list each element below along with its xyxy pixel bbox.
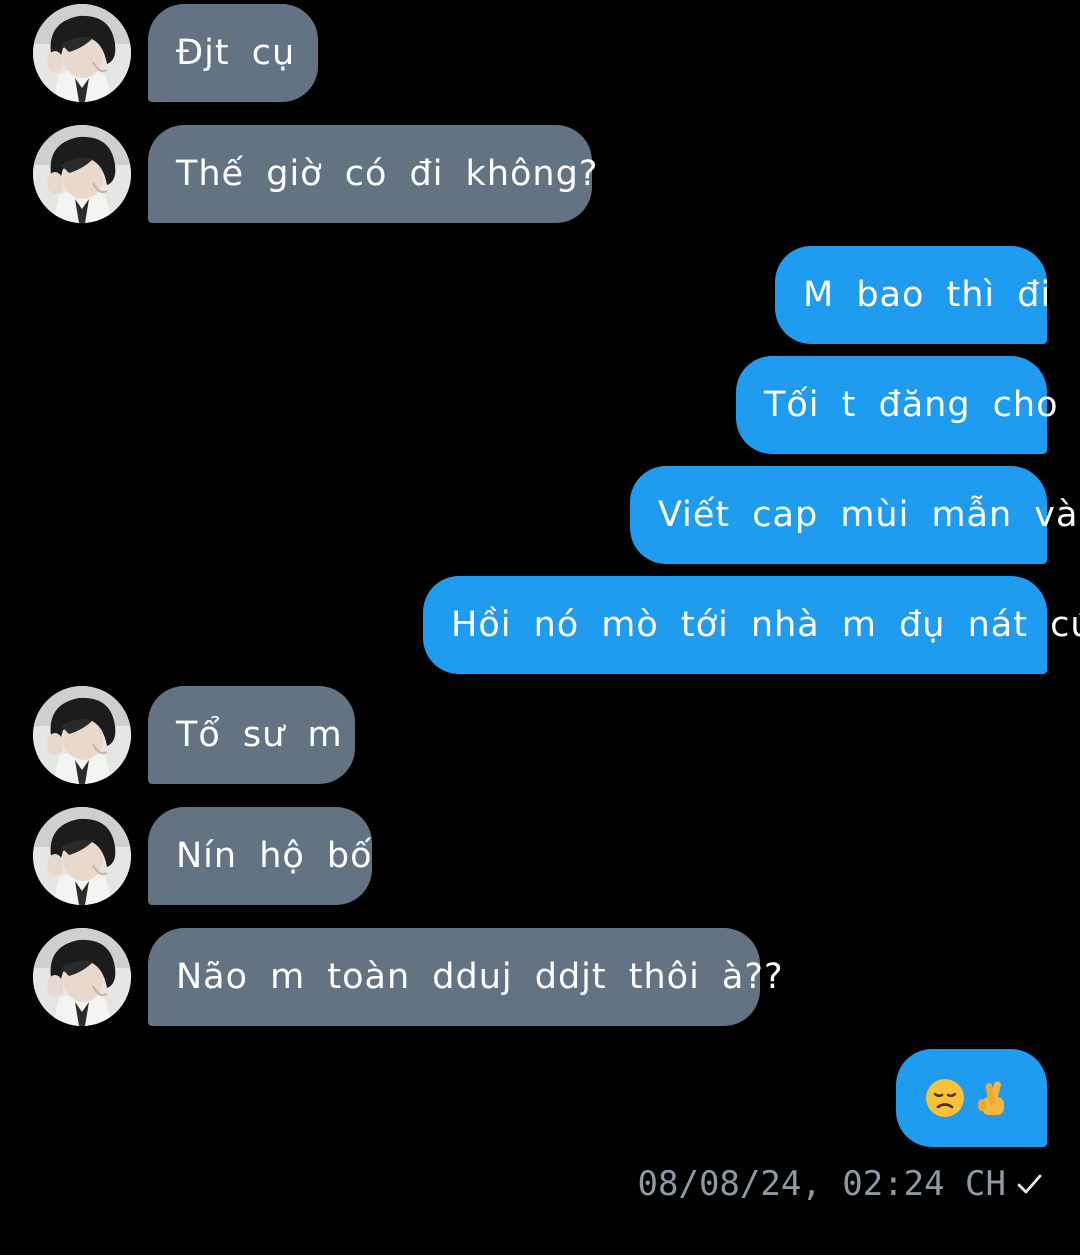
- avatar-image: [33, 4, 131, 102]
- message-text: Thế giờ có đi không?: [176, 154, 599, 194]
- message-row: Đjt cụ: [0, 4, 1080, 102]
- avatar[interactable]: [33, 807, 131, 905]
- message-row: Thế giờ có đi không?: [0, 125, 1080, 223]
- emoji-group: [924, 1077, 1014, 1119]
- message-row: Nín hộ bố: [0, 807, 1080, 905]
- message-row: Tối t đăng cho: [0, 356, 1080, 454]
- message-row: M bao thì đi: [0, 246, 1080, 344]
- message-row: Não m toàn dduj ddjt thôi à??: [0, 928, 1080, 1026]
- message-status: 08/08/24, 02:24 CH: [638, 1160, 1044, 1208]
- message-row: Viết cap mùi mẫn vào: [0, 466, 1080, 564]
- message-timestamp: 08/08/24, 02:24 CH: [637, 1164, 1006, 1204]
- message-text: Tối t đăng cho: [764, 385, 1059, 425]
- chat-thread: Đjt cụ Thế giờ có đi không? M bao thì đi…: [0, 0, 1080, 1255]
- message-text: Nín hộ bố: [176, 836, 373, 876]
- incoming-message-bubble[interactable]: Đjt cụ: [148, 4, 318, 102]
- outgoing-message-bubble[interactable]: Tối t đăng cho: [736, 356, 1058, 454]
- outgoing-message-bubble[interactable]: M bao thì đi: [775, 246, 1050, 344]
- avatar[interactable]: [33, 4, 131, 102]
- disappointed-face-emoji: [926, 1079, 964, 1117]
- incoming-message-bubble[interactable]: Thế giờ có đi không?: [148, 125, 597, 223]
- message-text: Não m toàn dduj ddjt thôi à??: [176, 957, 784, 997]
- avatar-image: [33, 928, 131, 1026]
- outgoing-message-bubble[interactable]: Viết cap mùi mẫn vào: [630, 466, 1080, 564]
- message-row: Tổ sư m: [0, 686, 1080, 784]
- check-icon: [1017, 1174, 1042, 1194]
- message-row: Hồi nó mò tới nhà m đụ nát cúc: [0, 576, 1080, 674]
- message-text: M bao thì đi: [803, 275, 1052, 315]
- avatar-image: [33, 125, 131, 223]
- avatar-image: [33, 686, 131, 784]
- message-text: Hồi nó mò tới nhà m đụ nát cúc: [451, 605, 1080, 645]
- avatar[interactable]: [33, 125, 131, 223]
- crossed-fingers-emoji: [978, 1081, 1004, 1115]
- avatar-image: [33, 807, 131, 905]
- message-text: Đjt cụ: [176, 33, 296, 73]
- message-text: Tổ sư m: [176, 715, 343, 755]
- incoming-message-bubble[interactable]: Não m toàn dduj ddjt thôi à??: [148, 928, 783, 1026]
- avatar[interactable]: [33, 686, 131, 784]
- outgoing-message-bubble[interactable]: [896, 1049, 1047, 1147]
- outgoing-message-bubble[interactable]: Hồi nó mò tới nhà m đụ nát cúc: [423, 576, 1080, 674]
- incoming-message-bubble[interactable]: Tổ sư m: [148, 686, 355, 784]
- message-row: [0, 1049, 1080, 1147]
- avatar[interactable]: [33, 928, 131, 1026]
- message-text: Viết cap mùi mẫn vào: [658, 495, 1080, 535]
- incoming-message-bubble[interactable]: Nín hộ bố: [148, 807, 372, 905]
